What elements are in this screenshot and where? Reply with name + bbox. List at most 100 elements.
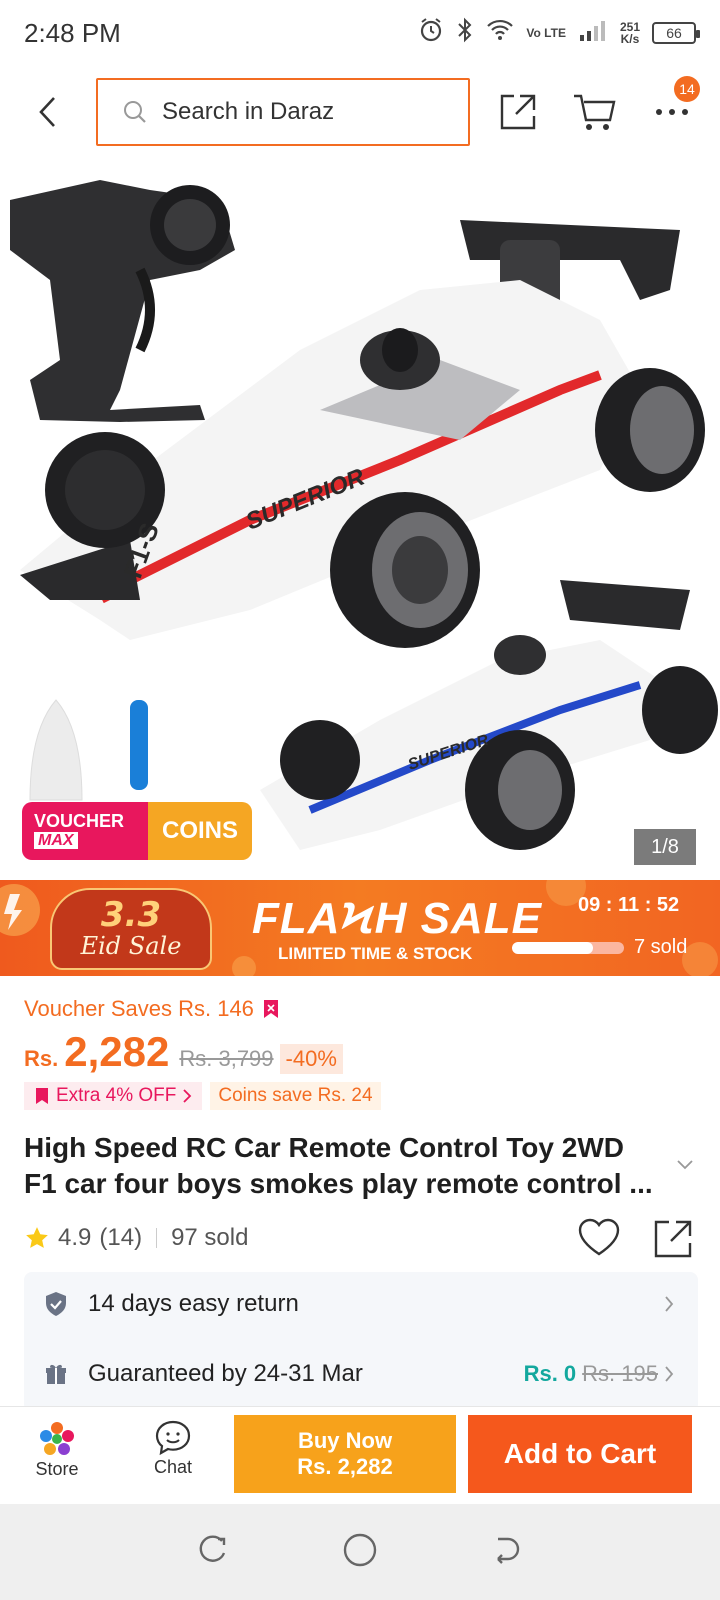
promo-row: Extra 4% OFF Coins save Rs. 24 (24, 1082, 381, 1110)
secondary-car-image: SUPERIOR (260, 580, 718, 850)
buy-now-button[interactable]: Buy Now Rs. 2,282 (234, 1415, 456, 1493)
bottom-action-bar: Store Chat Buy Now Rs. 2,282 Add to Cart (0, 1406, 720, 1502)
expand-title-button[interactable] (676, 1158, 694, 1176)
shield-check-icon (46, 1292, 66, 1316)
status-icons: Vo LTE 251 K/s 66 (418, 17, 700, 49)
discount-badge: -40% (279, 1044, 343, 1074)
product-title: High Speed RC Car Remote Control Toy 2WD… (24, 1132, 653, 1199)
flash-sale-sold: 7 sold (634, 936, 688, 958)
heart-icon (578, 1218, 620, 1256)
share-icon (500, 94, 536, 130)
current-price: 2,282 (64, 1028, 170, 1075)
store-label: Store (35, 1459, 79, 1479)
chevron-right-icon (183, 1089, 192, 1103)
image-counter: 1/8 (634, 829, 696, 865)
more-icon (656, 109, 688, 115)
flash-sale-progress-fill (512, 942, 593, 954)
price-currency: Rs. (24, 1046, 59, 1071)
search-placeholder: Search in Daraz (162, 98, 335, 125)
delivery-fee: Rs. 0 Rs. 195 (524, 1361, 674, 1387)
delivery-row[interactable]: Guaranteed by 24-31 Mar Rs. 0 Rs. 195 (24, 1344, 698, 1404)
rating-row[interactable]: 4.9 (14) 97 sold (24, 1224, 248, 1252)
buy-now-label: Buy Now (297, 1428, 393, 1453)
status-time: 2:48 PM (24, 17, 121, 48)
alarm-icon (418, 17, 444, 49)
back-icon (497, 1537, 520, 1564)
share-button[interactable] (494, 88, 542, 136)
flash-sale-title: FLAϞH SALE (252, 894, 542, 943)
more-button[interactable]: 14 (648, 76, 700, 136)
extra-off-label: Extra 4% OFF (56, 1085, 177, 1106)
original-price: Rs. 3,799 (179, 1046, 274, 1071)
net-speed: 251 K/s (620, 21, 640, 45)
wifi-icon (486, 18, 514, 48)
return-policy-text: 14 days easy return (88, 1290, 299, 1317)
share-icon (654, 1220, 692, 1258)
product-photo: SUPERIOR F1-S SUPERIOR (10, 180, 718, 850)
divider (156, 1228, 158, 1248)
network-type: Vo LTE (526, 26, 566, 40)
voucher-saves-text: Voucher Saves Rs. 146 (24, 996, 254, 1021)
buy-now-price: Rs. 2,282 (297, 1454, 393, 1479)
add-to-cart-button[interactable]: Add to Cart (468, 1415, 692, 1493)
notification-badge: 14 (674, 76, 700, 102)
eid-sale-logo: 3.3 Eid Sale (50, 888, 212, 970)
flash-sale-progress (512, 942, 624, 954)
campaign-number: 3.3 (100, 895, 162, 935)
wishlist-button[interactable] (578, 1218, 620, 1263)
status-bar: 2:48 PM Vo LTE 251 K/s 66 (0, 0, 720, 66)
return-policy-row[interactable]: 14 days easy return (24, 1274, 698, 1334)
back-arrow-icon (39, 97, 55, 127)
top-header: Search in Daraz 14 (0, 72, 720, 152)
voucher-max-label: VOUCHER MAX (22, 802, 148, 860)
voucher-label-top: VOUCHER (34, 811, 125, 831)
chat-button[interactable]: Chat (128, 1419, 218, 1478)
delivery-fee-old: Rs. 195 (582, 1361, 658, 1386)
voucher-bookmark-icon (263, 1000, 278, 1018)
signal-icon (578, 19, 608, 47)
return-policy-chevron (664, 1295, 674, 1313)
chevron-right-icon (665, 1366, 674, 1382)
star-icon (26, 1227, 48, 1248)
store-icon (40, 1422, 74, 1455)
chat-icon (155, 1420, 191, 1456)
share-product-button[interactable] (652, 1218, 694, 1265)
delivery-text: Guaranteed by 24-31 Mar (88, 1360, 363, 1387)
voucher-bookmark-icon (36, 1088, 48, 1104)
recents-icon (199, 1535, 225, 1562)
flash-sale-timer: 09 : 11 : 52 (578, 894, 680, 916)
gift-box-icon (46, 1364, 66, 1384)
flash-sale-banner[interactable]: 3.3 Eid Sale FLAϞH SALE LIMITED TIME & S… (0, 880, 720, 976)
campaign-name: Eid Sale (80, 932, 182, 960)
flash-sale-subtitle: LIMITED TIME & STOCK (278, 944, 473, 963)
recents-nav-button[interactable] (196, 1533, 230, 1572)
search-icon (124, 101, 146, 123)
coins-label: COINS (148, 802, 252, 860)
store-button[interactable]: Store (12, 1419, 102, 1480)
bluetooth-icon (456, 17, 474, 49)
battery-icon: 66 (652, 22, 700, 44)
voucher-max-coins-badge: VOUCHER MAX COINS (22, 802, 252, 860)
service-info-box: 14 days easy return Guaranteed by 24-31 … (24, 1272, 698, 1412)
accessories-image (29, 699, 148, 801)
home-icon (343, 1533, 377, 1566)
chevron-right-icon (665, 1296, 674, 1312)
remote-controller-image (10, 180, 235, 422)
search-input[interactable]: Search in Daraz (96, 78, 470, 146)
cart-button[interactable] (570, 88, 618, 136)
delivery-fee-current: Rs. 0 (523, 1361, 577, 1386)
back-button[interactable] (18, 82, 78, 142)
extra-off-chip[interactable]: Extra 4% OFF (24, 1082, 203, 1110)
price-row: Rs. 2,282 Rs. 3,799 -40% (24, 1028, 343, 1076)
home-nav-button[interactable] (341, 1531, 379, 1574)
cart-icon (574, 94, 616, 130)
system-navigation-bar (0, 1504, 720, 1600)
back-nav-button[interactable] (490, 1533, 524, 1572)
sold-count: 97 sold (171, 1224, 249, 1251)
voucher-label-bottom: MAX (34, 832, 78, 849)
rating-value: 4.9 (58, 1224, 92, 1251)
product-image-carousel[interactable]: SUPERIOR F1-S SUPERIOR (0, 160, 720, 880)
chevron-down-icon (677, 1160, 693, 1170)
chat-label: Chat (153, 1457, 193, 1477)
voucher-saves[interactable]: Voucher Saves Rs. 146 (24, 996, 280, 1022)
